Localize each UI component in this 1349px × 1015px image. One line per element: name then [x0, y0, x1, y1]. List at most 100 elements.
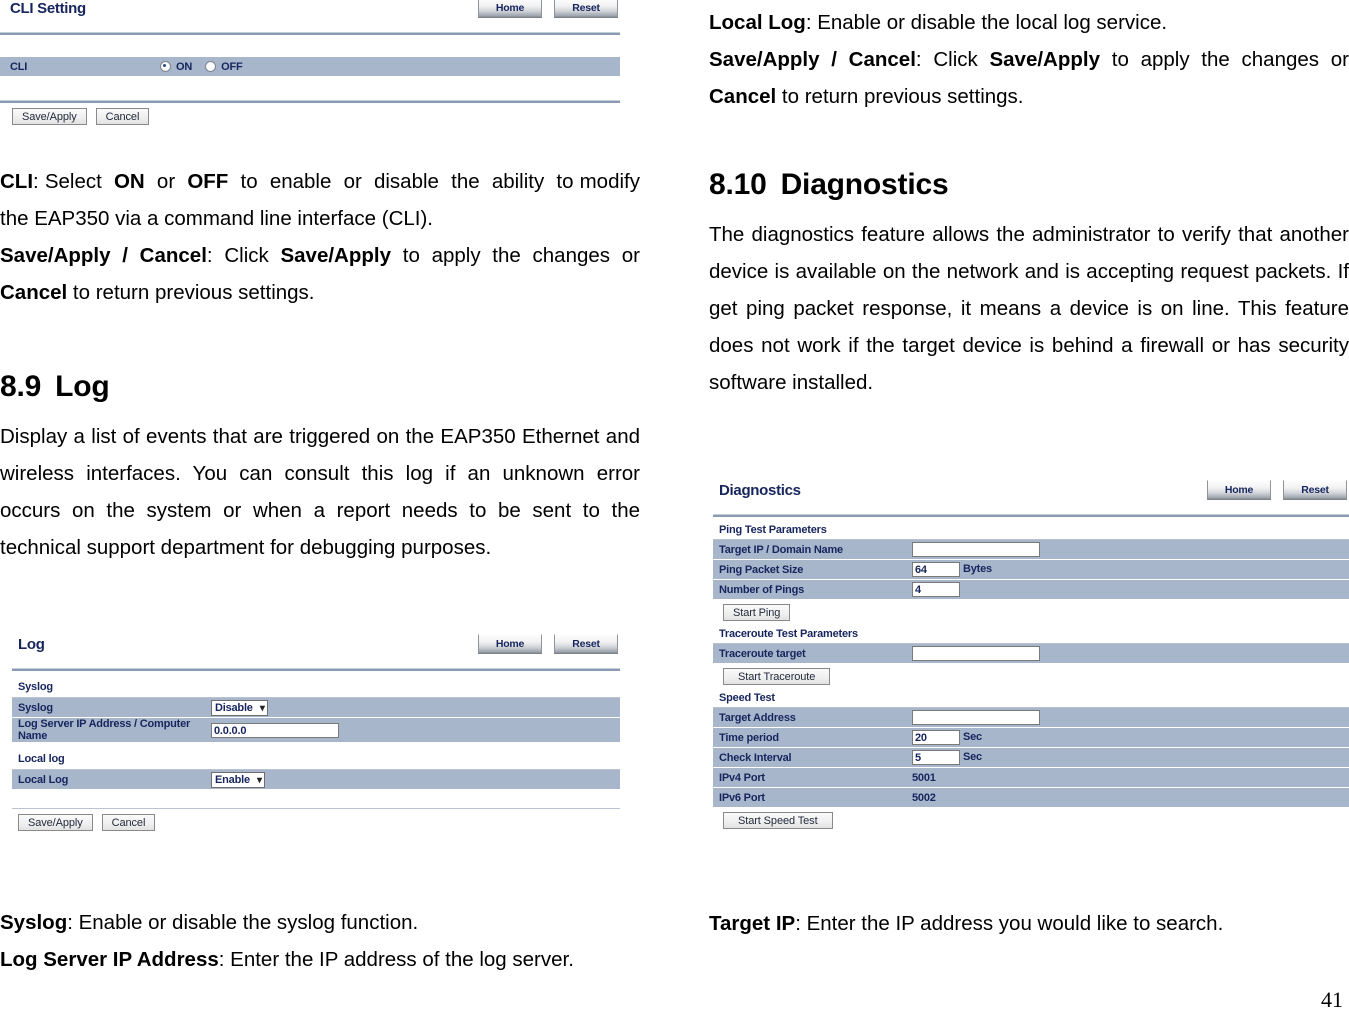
row-label-ipv6-port: IPv6 Port [713, 787, 912, 808]
time-period-unit: Sec [963, 731, 982, 744]
radio-on-label: ON [176, 60, 193, 73]
table-row: CLI ON OFF [0, 57, 620, 77]
target-ip-input[interactable] [912, 542, 1040, 557]
start-ping-button[interactable]: Start Ping [723, 604, 791, 621]
section-heading-diagnostics: 8.10 Diagnostics [709, 168, 949, 202]
table-row: Ping Packet Size 64 Bytes [713, 559, 1349, 580]
reset-button[interactable]: Reset [554, 0, 618, 17]
radio-on-icon[interactable] [160, 61, 171, 72]
page-number: 41 [1321, 987, 1343, 1012]
check-interval-input[interactable]: 5 [912, 750, 960, 765]
cli-saveapply-paragraph: Save/Apply / Cancel: Click Save/Apply to… [0, 244, 640, 304]
diagnostics-panel-title: Diagnostics [719, 482, 801, 499]
section-title: Diagnostics [780, 168, 949, 201]
log-panel-header-buttons: Home Reset [478, 634, 618, 653]
reset-button[interactable]: Reset [1283, 480, 1347, 499]
home-button[interactable]: Home [478, 634, 542, 653]
target-ip-description-paragraph: Target IP: Enter the IP address you woul… [709, 912, 1224, 935]
divider [12, 808, 620, 809]
cancel-button[interactable]: Cancel [95, 108, 150, 125]
row-value-ipv6-port: 5002 [912, 787, 1349, 808]
cli-setting-panel: CLI Setting Home Reset CLI ON OFF Save/A… [0, 0, 620, 125]
row-label-time-period: Time period [713, 727, 912, 748]
save-apply-button[interactable]: Save/Apply [12, 108, 87, 125]
speed-test-section-label: Speed Test [719, 692, 775, 704]
table-row: Local Log Enable ▾ [12, 770, 620, 790]
diagnostics-panel: Diagnostics Home Reset Ping Test Paramet… [713, 480, 1349, 829]
local-log-select[interactable]: Enable ▾ [211, 771, 265, 788]
radio-off-icon[interactable] [205, 61, 217, 72]
chevron-down-icon: ▾ [259, 702, 265, 714]
log-server-description-paragraph: Log Server IP Address: Enter the IP addr… [0, 948, 574, 971]
row-value-target-ip [912, 540, 1349, 560]
ping-action-buttons: Start Ping [723, 604, 1349, 621]
row-value-number-of-pings: 4 [912, 579, 1349, 600]
table-row: IPv6 Port 5002 [713, 787, 1349, 808]
ping-packet-size-input[interactable]: 64 [912, 562, 960, 577]
home-button[interactable]: Home [478, 0, 542, 17]
syslog-select-value: Disable [215, 701, 253, 714]
row-value-ping-packet-size: 64 Bytes [912, 559, 1349, 580]
section-number: 8.10 [709, 168, 767, 201]
check-interval-unit: Sec [963, 751, 982, 764]
table-row: Log Server IP Address / Computer Name 0.… [12, 717, 620, 743]
cancel-button[interactable]: Cancel [101, 814, 156, 831]
row-value-time-period: 20 Sec [912, 727, 1349, 748]
divider [713, 514, 1349, 517]
start-speed-test-button[interactable]: Start Speed Test [723, 812, 833, 829]
row-label-traceroute-target: Traceroute target [713, 644, 912, 664]
section-heading-log: 8.9 Log [0, 370, 110, 404]
time-period-input[interactable]: 20 [912, 730, 960, 745]
row-label-ipv4-port: IPv4 Port [713, 767, 912, 788]
cli-description-paragraph: CLI: Select ON or OFF to enable or disab… [0, 170, 640, 230]
row-value-local-log: Enable ▾ [211, 770, 620, 790]
traceroute-action-buttons: Start Traceroute [723, 668, 1349, 685]
reset-button[interactable]: Reset [554, 634, 618, 653]
target-address-input[interactable] [912, 710, 1040, 725]
row-label-target-ip: Target IP / Domain Name [713, 540, 912, 560]
syslog-description-paragraph: Syslog: Enable or disable the syslog fun… [0, 911, 419, 934]
home-button[interactable]: Home [1207, 480, 1271, 499]
section-number: 8.9 [0, 370, 42, 403]
row-value-check-interval: 5 Sec [912, 747, 1349, 768]
log-action-buttons: Save/Apply Cancel [18, 814, 620, 831]
cli-row-value: ON OFF [160, 57, 620, 77]
start-traceroute-button[interactable]: Start Traceroute [723, 668, 831, 685]
row-value-ipv4-port: 5001 [912, 767, 1349, 788]
row-value-target-address [912, 708, 1349, 728]
log-server-ip-input[interactable]: 0.0.0.0 [211, 722, 339, 738]
local-log-section-label: Local log [18, 753, 65, 765]
log-intro-paragraph: Display a list of events that are trigge… [0, 425, 640, 559]
ping-packet-size-unit: Bytes [963, 563, 992, 576]
syslog-section-label: Syslog [18, 681, 53, 693]
saveapply-description-paragraph: Save/Apply / Cancel: Click Save/Apply to… [709, 48, 1349, 108]
local-log-description-paragraph: Local Log: Enable or disable the local l… [709, 11, 1168, 34]
traceroute-target-input[interactable] [912, 646, 1040, 661]
cli-panel-header: CLI Setting Home Reset [0, 0, 620, 30]
table-row: Time period 20 Sec [713, 727, 1349, 748]
local-log-select-value: Enable [215, 773, 250, 786]
row-value-log-server: 0.0.0.0 [211, 717, 620, 743]
ping-section-label: Ping Test Parameters [719, 524, 827, 536]
number-of-pings-input[interactable]: 4 [912, 582, 960, 597]
table-row: Syslog Disable ▾ [12, 698, 620, 718]
syslog-select[interactable]: Disable ▾ [211, 699, 268, 716]
speed-test-action-buttons: Start Speed Test [723, 812, 1349, 829]
cli-row-label: CLI [0, 57, 160, 77]
cli-panel-header-buttons: Home Reset [478, 0, 618, 17]
row-value-syslog: Disable ▾ [211, 698, 620, 718]
cli-settings-table: CLI ON OFF [0, 57, 620, 77]
syslog-table: Syslog Disable ▾ Log Server IP Address / … [12, 698, 620, 743]
table-row: Number of Pings 4 [713, 579, 1349, 600]
row-value-traceroute-target [912, 644, 1349, 664]
row-label-local-log: Local Log [12, 770, 211, 790]
document-page: CLI Setting Home Reset CLI ON OFF Save/A… [0, 0, 1349, 1015]
chevron-down-icon: ▾ [257, 774, 262, 786]
section-title: Log [55, 370, 110, 403]
cli-panel-title: CLI Setting [10, 0, 86, 17]
save-apply-button[interactable]: Save/Apply [18, 814, 93, 831]
diagnostics-panel-header-buttons: Home Reset [1207, 480, 1347, 499]
traceroute-section-label: Traceroute Test Parameters [719, 628, 858, 640]
diagnostics-panel-header: Diagnostics Home Reset [713, 480, 1349, 512]
row-label-target-address: Target Address [713, 708, 912, 728]
